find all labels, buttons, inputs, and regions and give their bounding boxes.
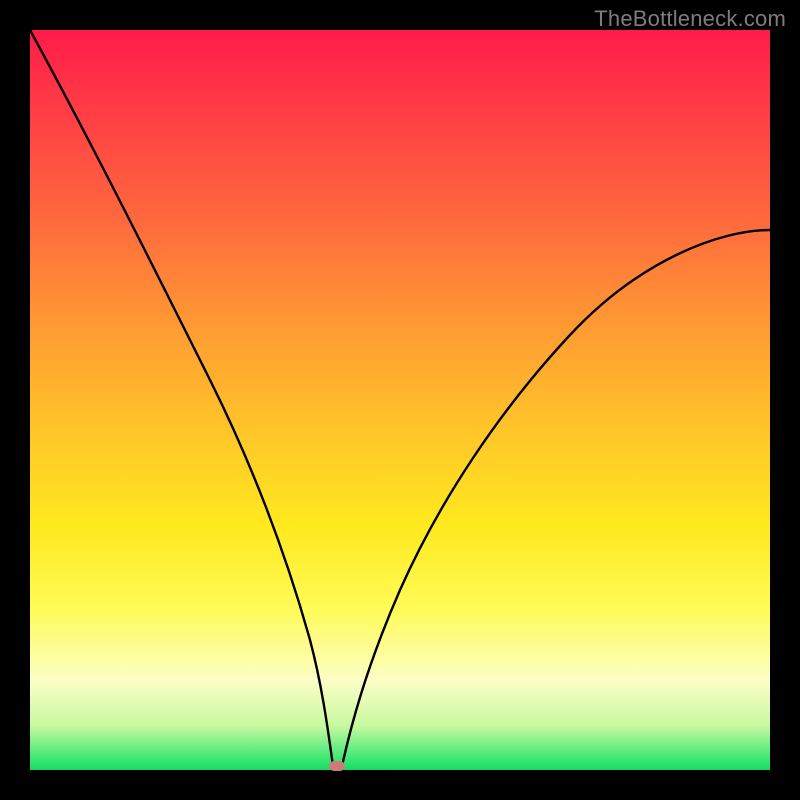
min-marker [329,761,345,771]
bottleneck-curve [30,30,770,770]
watermark-text: TheBottleneck.com [594,6,786,32]
chart-frame: TheBottleneck.com [0,0,800,800]
curve-left-branch [30,30,333,766]
curve-right-branch [342,230,770,766]
plot-area [30,30,770,770]
